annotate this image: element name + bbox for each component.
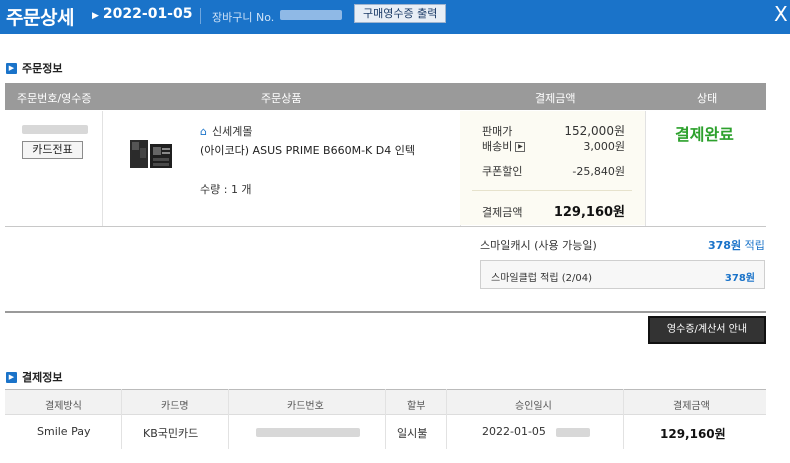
col-approval-date: 승인일시 <box>515 401 552 412</box>
order-date-text: 2022-01-05 <box>102 6 193 22</box>
receipt-invoice-info-button[interactable]: 영수증/계산서 안내 <box>648 316 766 344</box>
shipping-label-text: 배송비 <box>482 140 513 153</box>
col-product: 주문상품 <box>261 92 302 105</box>
play-box-icon[interactable]: ▶ <box>515 142 526 152</box>
col-payment: 결제금액 <box>535 92 576 105</box>
header-bar: 주문상세 ▶ 2022-01-05 장바구니 No. 구매영수증 출력 X <box>0 0 790 34</box>
sale-price-value: 152,000원 <box>564 124 625 138</box>
total-value: 129,160원 <box>553 205 625 220</box>
col-status: 상태 <box>697 92 718 105</box>
basket-number-redacted <box>280 10 342 20</box>
card-name: KB국민카드 <box>143 427 199 440</box>
bullet-arrow-icon: ▶ <box>6 62 17 74</box>
approval-time-redacted <box>556 428 590 437</box>
print-receipt-button[interactable]: 구매영수증 출력 <box>354 4 447 23</box>
installment: 일시불 <box>397 427 428 440</box>
order-number-redacted <box>22 125 88 134</box>
divider <box>645 111 646 226</box>
divider <box>5 311 766 313</box>
card-number-redacted <box>256 428 360 437</box>
divider <box>623 389 624 449</box>
order-date: ▶ 2022-01-05 <box>92 6 192 22</box>
sale-price-label: 판매가 <box>482 125 513 138</box>
divider <box>385 389 386 449</box>
smile-club-box: 스마일클럽 적립 (2/04) 378원 <box>480 260 765 289</box>
product-thumbnail <box>130 140 172 168</box>
col-card-name: 카드명 <box>161 401 189 412</box>
divider <box>121 389 122 449</box>
card-slip-button[interactable]: 카드전표 <box>22 141 83 159</box>
bullet-arrow-icon: ▶ <box>6 371 17 383</box>
shipping-label: 배송비 ▶ <box>482 138 526 154</box>
order-info-title-text: 주문정보 <box>22 62 63 75</box>
order-info-title: ▶ 주문정보 <box>6 60 62 76</box>
header-divider <box>200 8 201 24</box>
payment-method: Smile Pay <box>37 425 91 438</box>
product-name[interactable]: (아이코다) ASUS PRIME B660M-K D4 인텍 <box>200 143 458 159</box>
smile-cash-suffix: 적립 <box>744 239 765 252</box>
smile-club-value: 378원 <box>724 273 755 284</box>
basket-number-label: 장바구니 No. <box>212 11 275 24</box>
col-order-number: 주문번호/영수증 <box>17 92 92 105</box>
shipping-value: 3,000원 <box>583 140 625 153</box>
divider <box>228 389 229 449</box>
total-label: 결제금액 <box>482 206 523 219</box>
product-quantity: 수량 : 1 개 <box>200 183 252 196</box>
smile-cash-label: 스마일캐시 (사용 가능일) <box>480 239 597 252</box>
col-card-number: 카드번호 <box>287 401 324 412</box>
page-title: 주문상세 <box>6 7 74 29</box>
smile-cash-value: 378원 적립 <box>708 237 765 253</box>
col-method: 결제방식 <box>45 401 82 412</box>
store-name: 신세계몰 <box>211 125 253 138</box>
triangle-right-icon: ▶ <box>92 11 99 21</box>
col-amount: 결제금액 <box>673 401 710 412</box>
status-badge: 결제완료 <box>675 125 734 144</box>
divider <box>102 111 103 226</box>
close-icon[interactable]: X <box>774 2 788 26</box>
divider <box>446 389 447 449</box>
smile-club-label: 스마일클럽 적립 (2/04) <box>491 273 593 284</box>
payment-info-title-text: 결제정보 <box>22 371 63 384</box>
home-icon: ⌂ <box>200 124 207 138</box>
divider <box>5 226 766 227</box>
payment-info-title: ▶ 결제정보 <box>6 369 62 385</box>
store-link[interactable]: ⌂ 신세계몰 <box>200 123 252 139</box>
approval-date: 2022-01-05 <box>482 425 546 438</box>
col-installment: 할부 <box>407 401 426 412</box>
smile-cash-amount: 378원 <box>708 239 742 252</box>
coupon-label: 쿠폰할인 <box>482 165 523 178</box>
coupon-value: -25,840원 <box>572 165 625 178</box>
payment-amount: 129,160원 <box>660 427 726 441</box>
divider <box>472 190 632 191</box>
order-table-header: 주문번호/영수증 주문상품 결제금액 상태 <box>5 83 766 110</box>
